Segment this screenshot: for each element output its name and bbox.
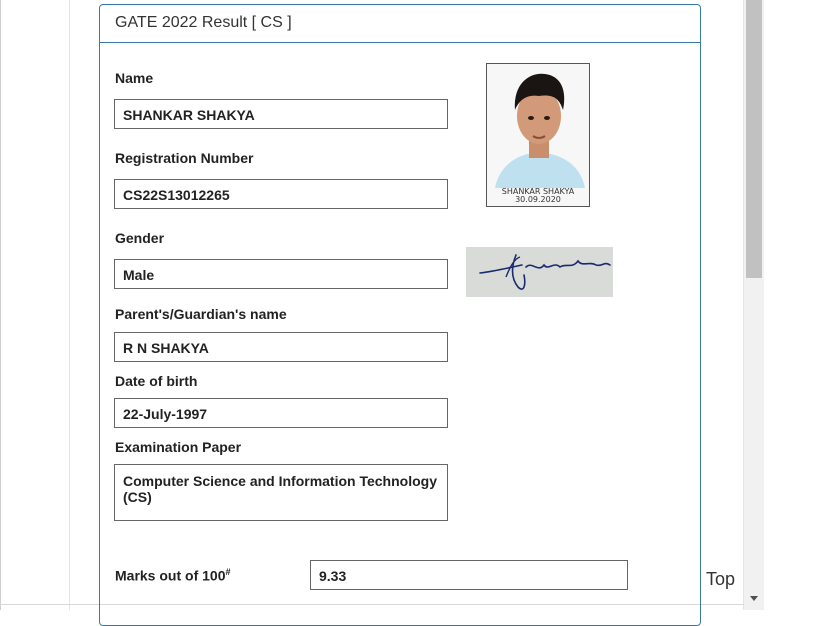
dob-label: Date of birth	[115, 373, 198, 389]
candidate-photo-image	[487, 64, 589, 206]
dob-field: 22-July-1997	[114, 398, 448, 428]
page-left-border	[0, 0, 1, 610]
marks-label-text: Marks out of 100	[115, 567, 226, 584]
dob-value: 22-July-1997	[123, 406, 208, 422]
paper-label: Examination Paper	[115, 439, 242, 455]
signature-image	[479, 254, 611, 290]
photo-caption-date: 30.09.2020	[515, 195, 561, 204]
marks-field: 9.33	[310, 560, 628, 590]
photo-caption: SHANKAR SHAKYA 30.09.2020	[487, 188, 589, 204]
scrollbar-thumb[interactable]	[746, 0, 762, 278]
paper-field: Computer Science and Information Technol…	[114, 464, 448, 521]
registration-field: CS22S13012265	[114, 179, 448, 209]
guardian-field: R N SHAKYA	[114, 332, 448, 362]
page-title: GATE 2022 Result [ CS ]	[115, 14, 292, 31]
marks-label: Marks out of 100#	[115, 567, 231, 584]
name-value: SHANKAR SHAKYA	[123, 107, 255, 123]
candidate-photo: SHANKAR SHAKYA 30.09.2020	[486, 63, 590, 207]
guardian-value: R N SHAKYA	[123, 340, 209, 356]
guardian-label: Parent's/Guardian's name	[115, 306, 287, 322]
marks-footnote-mark: #	[225, 567, 231, 577]
scroll-down-button[interactable]	[744, 588, 764, 608]
marks-value: 9.33	[319, 568, 347, 584]
candidate-signature	[466, 247, 613, 297]
content-left-border	[69, 0, 70, 610]
paper-value: Computer Science and Information Technol…	[123, 473, 437, 505]
name-field: SHANKAR SHAKYA	[114, 99, 448, 129]
gender-field: Male	[114, 259, 448, 289]
back-to-top-link[interactable]: Top	[706, 569, 735, 590]
name-label: Name	[115, 70, 154, 86]
registration-value: CS22S13012265	[123, 187, 230, 203]
result-panel: GATE 2022 Result [ CS ] Name SHANKAR SHA…	[99, 4, 701, 626]
chevron-down-icon	[750, 596, 758, 601]
registration-label: Registration Number	[115, 150, 254, 166]
gender-label: Gender	[115, 230, 165, 246]
panel-heading: GATE 2022 Result [ CS ]	[100, 5, 700, 43]
gender-value: Male	[123, 267, 155, 283]
